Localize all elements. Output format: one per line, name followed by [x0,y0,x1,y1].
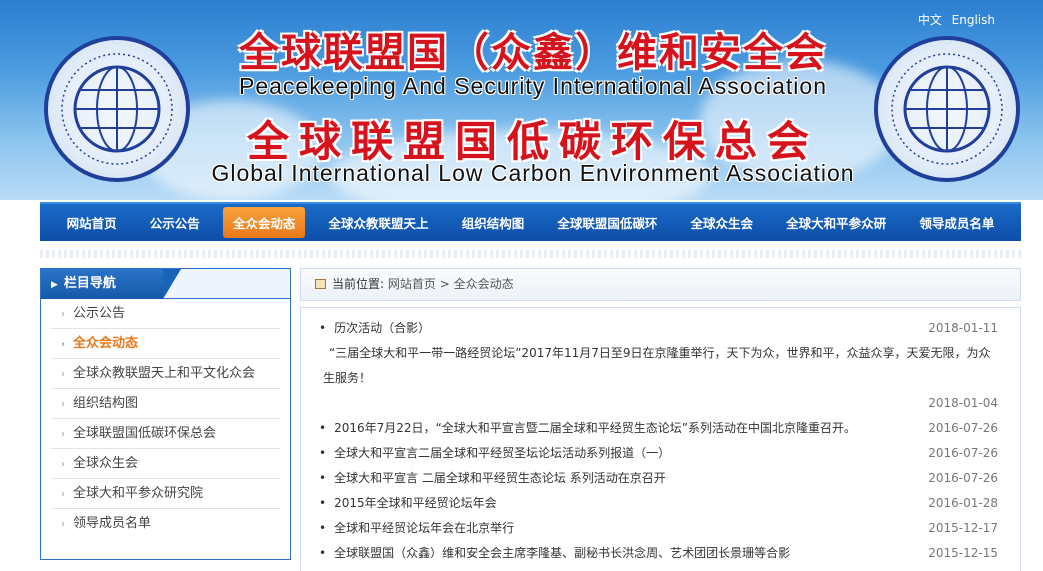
sidebar-item-label: 组织结构图 [73,396,139,411]
sidebar-heading: ▶ 栏目导航 [41,269,181,299]
site-title-en-primary: Peacekeeping And Security International … [238,73,828,99]
breadcrumb-current: 全众会动态 [453,277,514,291]
news-title[interactable]: 历次活动（合影） [334,321,430,335]
nav-item-news[interactable]: 全众会动态 [222,207,306,238]
nav-item-religious-alliance[interactable]: 全球众教联盟天上 [319,207,439,238]
sidebar-item-low-carbon[interactable]: › 全球联盟国低碳环保总会 [51,419,280,449]
bullet-dot: • [319,471,327,485]
bullet-dot: • [319,446,327,460]
nav-item-all-beings[interactable]: 全球众生会 [681,207,764,238]
news-date: 2015-12-15 [928,546,998,560]
news-date: 2015-12-17 [928,521,998,535]
sidebar-item-news[interactable]: › 全众会动态 [51,329,280,359]
news-title[interactable]: 全球联盟国（众鑫）维和安全会主席李隆基、副秘书长洪念周、艺术团团长景珊等合影 [334,546,790,560]
chevron-right-icon: › [61,309,65,320]
nav-item-announcements[interactable]: 公示公告 [140,207,210,238]
chevron-right-icon: › [61,399,65,410]
association-emblem-left [44,36,190,182]
bullet-dot: • [319,421,327,435]
bullet-dot: • [319,321,327,335]
list-item[interactable]: • 全球联盟国（众鑫）维和安全会主席李隆基、副秘书长洪念周、艺术团团长景珊等合影 … [319,541,998,566]
nav-item-leadership[interactable]: 领导成员名单 [909,207,1004,238]
chevron-right-icon: › [61,459,65,470]
sidebar-item-religious-alliance[interactable]: › 全球众教联盟天上和平文化众会 [51,359,280,389]
sidebar-item-all-beings[interactable]: › 全球众生会 [51,449,280,479]
bullet-dot: • [319,546,327,560]
list-item[interactable]: • 全球和平经贸论坛年会在北京举行 2015-12-17 [319,516,998,541]
sidebar-item-label: 领导成员名单 [73,516,152,531]
nav-item-low-carbon[interactable]: 全球联盟国低碳环 [547,207,667,238]
lang-english-link[interactable]: English [952,13,995,27]
sidebar-item-label: 全球联盟国低碳环保总会 [73,426,217,441]
news-date: 2016-07-26 [928,471,998,485]
sidebar-list: › 公示公告 › 全众会动态 › 全球众教联盟天上和平文化众会 › 组织结构图 › 全球联… [41,299,290,539]
list-item[interactable]: • 全球大和平宣言二届全球和平经贸圣坛论坛活动系列报道（一） 2016-07-26 [319,441,998,466]
site-title-cn-primary: 全球联盟国（众鑫）维和安全会 [239,29,827,76]
news-title[interactable]: 全球大和平宣言 二届全球和平经贸生态论坛 系列活动在京召开 [334,471,666,485]
sidebar-item-leadership[interactable]: › 领导成员名单 [51,509,280,539]
lang-chinese-link[interactable]: 中文 [918,13,942,27]
nav-item-home[interactable]: 网站首页 [57,207,127,238]
chevron-right-icon: › [61,429,65,440]
news-date: 2018-01-11 [928,321,998,335]
news-date: 2016-07-26 [928,446,998,460]
sidebar-item-label: 公示公告 [73,306,126,321]
breadcrumb-separator: > [439,277,450,291]
news-date: 2016-07-26 [928,421,998,435]
list-item[interactable]: • 历次活动（合影） 2018-01-11 [319,316,998,341]
decorative-stripe [40,250,1021,258]
globe-emblem-icon [891,53,1003,165]
nav-item-org-chart[interactable]: 组织结构图 [452,207,535,238]
news-title[interactable]: 2015年全球和平经贸论坛年会 [334,496,497,510]
site-header-banner: 全球联盟国（众鑫）维和安全会 Peacekeeping And Security… [0,0,1043,200]
sidebar-column-nav: ▶ 栏目导航 › 公示公告 › 全众会动态 › 全球众教联盟天上和平文化众会 › 组织结构… [40,268,291,560]
chevron-right-icon: › [61,519,65,530]
sidebar-header: ▶ 栏目导航 [41,269,290,299]
list-item[interactable]: • 2016年7月22日，“全球大和平宣言暨二届全球和平经贸生态论坛”系列活动在中… [319,416,998,441]
breadcrumb: 当前位置: 网站首页 > 全众会动态 [300,268,1021,301]
sidebar-item-label: 全球大和平参众研究院 [73,486,204,501]
nav-item-peace-research[interactable]: 全球大和平参众研 [776,207,896,238]
bullet-dot: • [319,496,327,510]
association-emblem-right [874,36,1020,182]
sidebar-item-label: 全球众教联盟天上和平文化众会 [73,366,256,381]
globe-emblem-icon [61,53,173,165]
breadcrumb-label: 当前位置: [332,277,385,291]
news-title[interactable]: 全球和平经贸论坛年会在北京举行 [334,521,514,535]
news-list: • 历次活动（合影） 2018-01-11 “三届全球大和平一带一路经贸论坛”20… [300,307,1021,571]
sidebar-item-label: 全球众生会 [73,456,139,471]
sidebar-item-peace-research[interactable]: › 全球大和平参众研究院 [51,479,280,509]
sidebar-item-org-chart[interactable]: › 组织结构图 [51,389,280,419]
breadcrumb-home-link[interactable]: 网站首页 [388,277,436,291]
list-item[interactable]: • 全球大和平宣言 二届全球和平经贸生态论坛 系列活动在京召开 2016-07-2… [319,466,998,491]
sidebar-item-announcements[interactable]: › 公示公告 [51,299,280,329]
chevron-right-icon: › [61,489,65,500]
sidebar-item-label: 全众会动态 [73,336,139,351]
site-title-en-secondary: Global International Low Carbon Environm… [211,160,855,186]
list-item[interactable]: • 2015年全球和平经贸论坛年会 2016-01-28 [319,491,998,516]
main-navigation: 网站首页 公示公告 全众会动态 全球众教联盟天上 组织结构图 全球联盟国低碳环 … [40,202,1021,241]
news-date: 2018-01-04 [928,396,998,410]
news-description: “三届全球大和平一带一路经贸论坛”2017年11月7日至9日在京隆重举行，天下为… [323,346,991,385]
language-switcher: 中文 English [912,11,995,28]
chevron-right-icon: › [61,369,65,380]
triangle-right-icon: ▶ [51,280,58,290]
news-date: 2016-01-28 [928,496,998,510]
news-title[interactable]: 2016年7月22日，“全球大和平宣言暨二届全球和平经贸生态论坛”系列活动在中国… [334,421,856,435]
news-title[interactable]: 全球大和平宣言二届全球和平经贸圣坛论坛活动系列报道（一） [334,446,670,460]
sidebar-heading-label: 栏目导航 [63,276,116,291]
bullet-dot: • [319,521,327,535]
location-icon [315,279,326,289]
chevron-right-icon: › [61,339,66,350]
